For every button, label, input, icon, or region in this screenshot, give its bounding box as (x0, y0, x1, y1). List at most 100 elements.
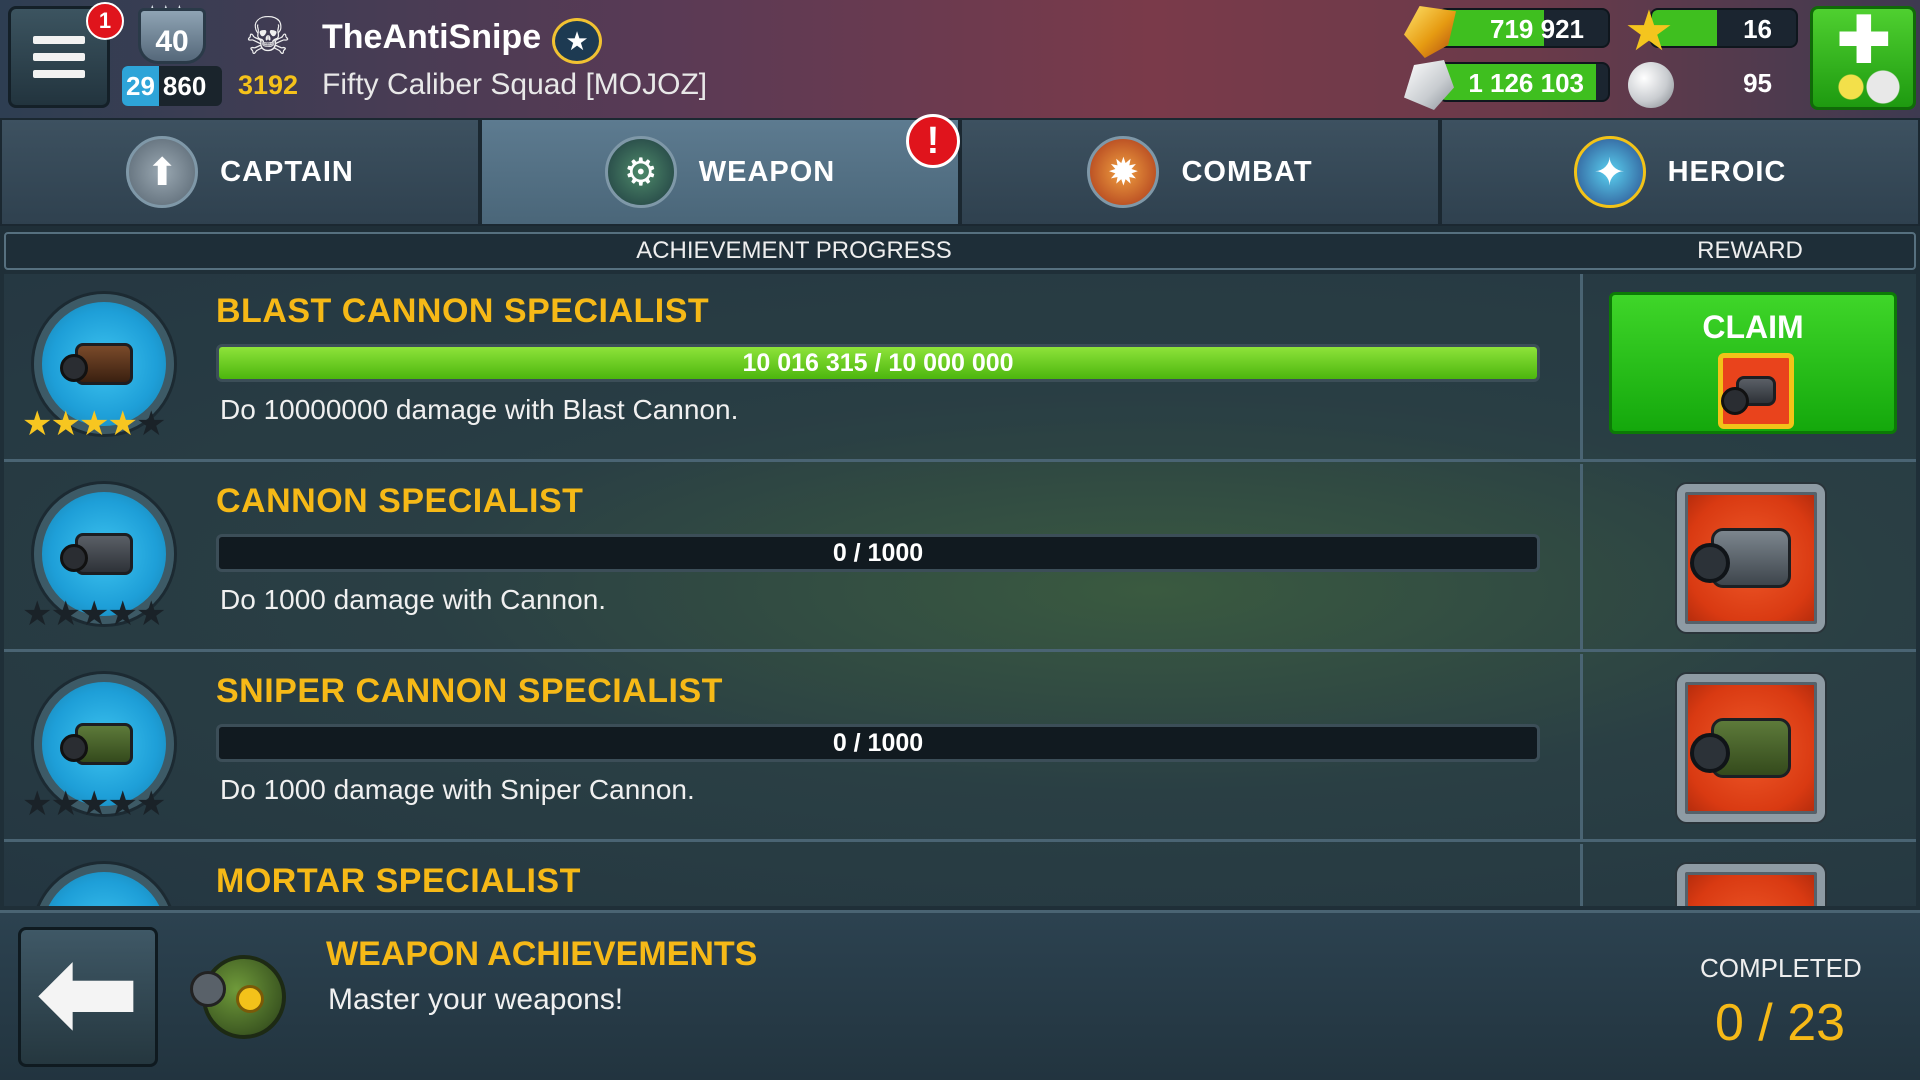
progress-text: 0 / 1000 (832, 539, 924, 567)
reward-cell (1580, 844, 1916, 906)
achievement-list[interactable]: ★★★★★ BLAST CANNON SPECIALIST 10 016 315… (4, 274, 1916, 906)
plus-icon: ✚ (1837, 4, 1891, 76)
star-empty-icon: ★ (135, 785, 167, 823)
progress-column-header: ACHIEVEMENT PROGRESS (636, 237, 952, 264)
achievement-title: SNIPER CANNON SPECIALIST (216, 672, 723, 710)
pearl-value: 95 (1743, 68, 1772, 98)
cannon-icon (1721, 376, 1776, 415)
sniper-cannon-reward-icon[interactable] (1677, 674, 1825, 822)
achievement-title: CANNON SPECIALIST (216, 482, 584, 520)
star-empty-icon: ★ (78, 595, 110, 633)
silver-value: 1 126 103 (1468, 68, 1584, 98)
experience-value-b: 860 (162, 70, 207, 101)
top-bar: 1 ★★★ 40 29 860 ☠ 3192 TheAntiSnipe ★ Fi… (0, 0, 1920, 118)
rank-star-icon[interactable]: ★ (552, 18, 602, 64)
star-filled-icon: ★ (78, 405, 110, 443)
tab-combat[interactable]: ✹ COMBAT (960, 118, 1440, 226)
captain-badge-icon: ⬆ (126, 136, 199, 208)
skull-crossbones-icon: ☠ (244, 8, 292, 66)
achievement-stars: ★★★★★ (22, 404, 167, 444)
star-filled-icon: ★ (22, 405, 53, 443)
achievement-description: Do 1000 damage with Cannon. (220, 584, 607, 615)
reward-cell: CLAIM (1580, 274, 1916, 459)
back-arrow-icon: ⬅ (37, 926, 139, 1060)
shop-button[interactable]: ✚ (1810, 4, 1916, 110)
star-empty-icon: ★ (22, 785, 53, 823)
weapon-robot-icon (190, 943, 298, 1051)
gold-counter[interactable]: 719 921 (1438, 8, 1610, 48)
footer: ⬅ WEAPON ACHIEVEMENTS Master your weapon… (0, 910, 1920, 1080)
claim-label: CLAIM (1702, 309, 1804, 345)
category-title: WEAPON ACHIEVEMENTS (326, 935, 758, 973)
clan-name[interactable]: Fifty Caliber Squad [MOJOZ] (322, 68, 707, 102)
tab-heroic[interactable]: ✦ HEROIC (1440, 118, 1920, 226)
combat-explosion-icon: ✹ (1087, 136, 1160, 208)
tab-captain[interactable]: ⬆ CAPTAIN (0, 118, 480, 226)
star-empty-icon: ★ (107, 785, 138, 823)
star-empty-icon: ★ (50, 595, 81, 633)
back-button[interactable]: ⬅ (18, 927, 158, 1067)
hamburger-icon (33, 36, 85, 44)
cannon-icon (60, 533, 133, 575)
reward-cell (1580, 654, 1916, 839)
achievement-row: ★★★★★ BLAST CANNON SPECIALIST 10 016 315… (4, 274, 1916, 462)
level-badge[interactable]: 40 (138, 8, 206, 64)
table-header: ACHIEVEMENT PROGRESS REWARD (4, 232, 1916, 270)
silver-counter[interactable]: 1 126 103 (1438, 62, 1610, 102)
blast-cannon-reward-icon (1718, 353, 1794, 429)
progress-text: 10 016 315 / 10 000 000 (742, 349, 1014, 377)
tab-label: WEAPON (698, 155, 836, 188)
hamburger-icon (33, 70, 85, 78)
tab-label: HEROIC (1667, 155, 1787, 188)
achievement-stars: ★★★★★ (22, 594, 167, 634)
completed-label: COMPLETED (1700, 953, 1862, 983)
achievement-row: ★★★★★ SNIPER CANNON SPECIALIST 0 / 1000 … (4, 654, 1916, 842)
heroic-stars-icon: ✦ (1573, 136, 1646, 208)
claim-button[interactable]: CLAIM (1609, 292, 1897, 434)
star-empty-icon: ★ (50, 785, 81, 823)
achievement-row: MORTAR SPECIALIST (4, 844, 1916, 906)
kill-count: 3192 (238, 70, 299, 100)
achievement-description: Do 1000 damage with Sniper Cannon. (220, 774, 695, 805)
star-value: 16 (1743, 14, 1772, 44)
hamburger-icon (33, 53, 85, 61)
completed-count: 0 / 23 (1714, 994, 1846, 1052)
gold-icon (1404, 6, 1456, 58)
pearl-icon (1628, 62, 1674, 108)
mortar-icon (34, 864, 174, 906)
cannon-icon (1690, 718, 1791, 778)
achievement-title: MORTAR SPECIALIST (216, 862, 581, 900)
experience-counter: 29 860 (122, 66, 222, 106)
cannon-icon (1690, 528, 1791, 588)
weapon-robot-icon: ⚙ (604, 136, 677, 208)
cannon-icon (60, 723, 133, 765)
achievement-progress-bar: 10 016 315 / 10 000 000 (216, 344, 1540, 382)
category-subtitle: Master your weapons! (328, 983, 624, 1016)
silver-icon (1404, 60, 1454, 110)
player-name[interactable]: TheAntiSnipe (322, 18, 541, 57)
achievement-stars: ★★★★★ (22, 784, 167, 824)
star-empty-icon: ★ (135, 595, 167, 633)
tab-label: COMBAT (1181, 155, 1313, 188)
achievement-tabs: ⬆ CAPTAIN ⚙ WEAPON ✹ COMBAT ✦ HEROIC (0, 118, 1920, 226)
progress-text: 0 / 1000 (832, 729, 924, 757)
cannon-reward-icon[interactable] (1677, 484, 1825, 632)
gems-icon (1827, 69, 1907, 105)
tab-weapon[interactable]: ⚙ WEAPON (480, 118, 960, 226)
achievement-progress-bar: 0 / 1000 (216, 534, 1540, 572)
achievement-progress-bar: 0 / 1000 (216, 724, 1540, 762)
star-empty-icon: ★ (107, 595, 138, 633)
robot-body (190, 955, 286, 1039)
notification-badge: 1 (86, 2, 124, 40)
cannon-icon (60, 343, 133, 385)
achievement-title: BLAST CANNON SPECIALIST (216, 292, 710, 330)
gold-value: 719 921 (1490, 14, 1584, 44)
star-empty-icon: ★ (22, 595, 53, 633)
star-icon: ★ (1623, 0, 1675, 62)
alert-icon: ! (906, 114, 960, 168)
tab-label: CAPTAIN (220, 155, 354, 188)
mortar-reward-icon[interactable] (1677, 864, 1825, 906)
star-empty-icon: ★ (135, 405, 167, 443)
reward-column-header: REWARD (1697, 237, 1803, 264)
star-filled-icon: ★ (107, 405, 138, 443)
